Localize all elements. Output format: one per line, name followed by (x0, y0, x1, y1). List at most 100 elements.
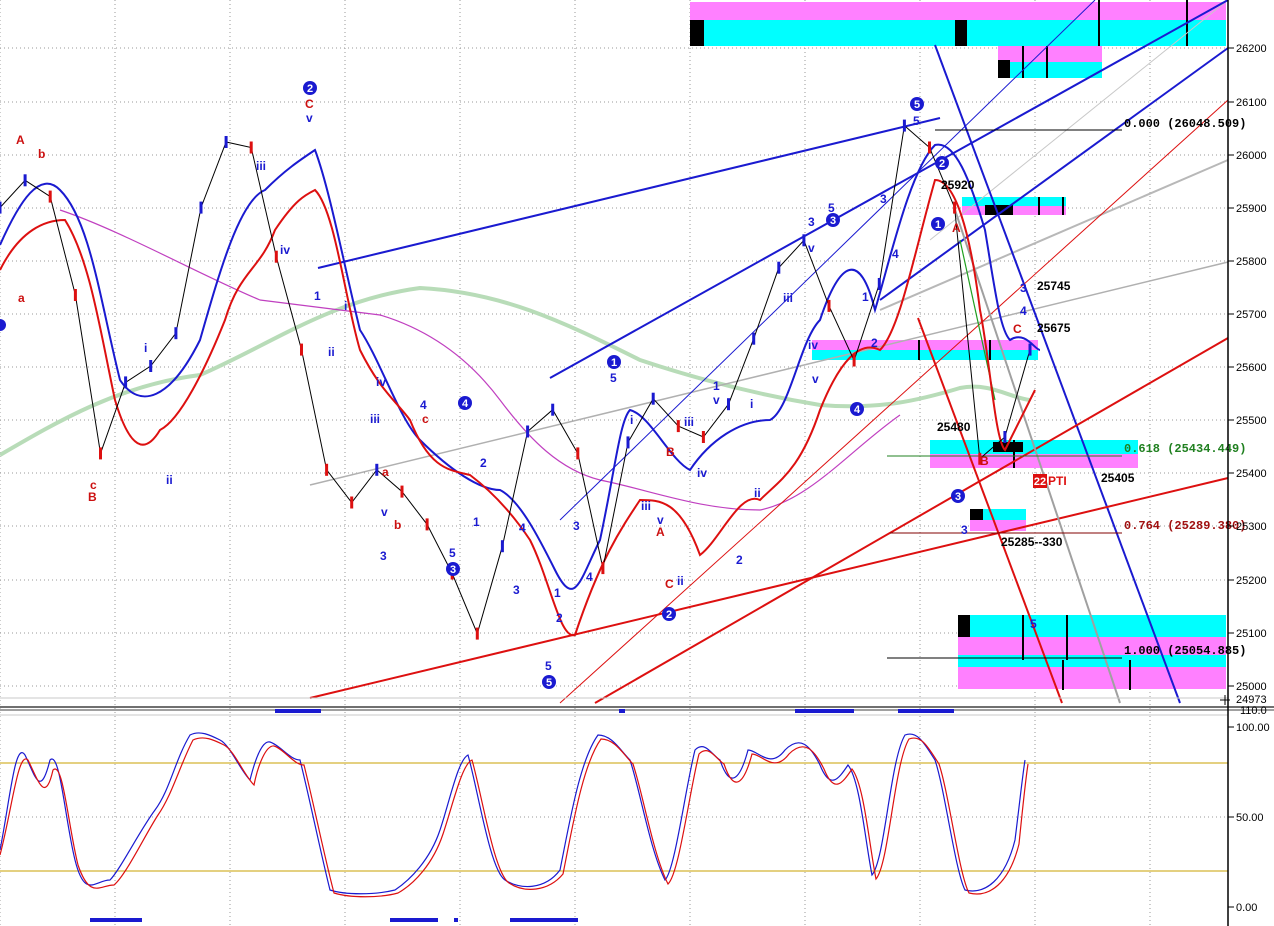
svg-text:iii: iii (370, 412, 380, 426)
svg-text:4: 4 (519, 521, 526, 535)
price-candle (475, 627, 479, 640)
wave-circle-4a: 4 (458, 396, 472, 410)
wave-circle-1c: 1 (931, 217, 945, 231)
svg-text:2: 2 (666, 609, 672, 621)
tick-25400: 25400 (1236, 468, 1267, 480)
tick-25600: 25600 (1236, 362, 1267, 374)
svg-text:B: B (666, 445, 675, 459)
price-candle (400, 485, 404, 498)
tick-25300: 25300 (1236, 521, 1267, 533)
svg-text:5: 5 (546, 677, 552, 689)
price-candle (0, 201, 2, 214)
svg-text:v: v (808, 241, 815, 255)
price-candle (48, 190, 52, 203)
price-candle (676, 420, 680, 433)
price-candle (802, 234, 806, 247)
svg-text:5: 5 (545, 659, 552, 673)
price-chart[interactable]: 0.000 (26048.509) 0.618 (25434.449) 0.76… (0, 0, 1274, 926)
svg-text:1: 1 (935, 219, 941, 231)
svg-text:ii: ii (328, 345, 335, 359)
tick-osc-100: 100.00 (1236, 722, 1270, 734)
time-markers (90, 709, 954, 922)
price-candle (601, 562, 605, 575)
price-candle (852, 354, 856, 367)
wave-circle-5b: 5 (542, 675, 556, 689)
svg-text:ii: ii (677, 574, 684, 588)
price-candle (576, 447, 580, 460)
price-candle (626, 436, 630, 449)
price-candle (727, 398, 730, 411)
wave-circle-1b: 1 (607, 355, 621, 369)
price-candle (1003, 431, 1007, 443)
price-candle (99, 447, 102, 460)
svg-text:5: 5 (914, 99, 920, 111)
svg-text:c: c (422, 412, 429, 426)
svg-text:1: 1 (611, 357, 617, 369)
svg-text:1: 1 (314, 289, 321, 303)
pti-label: PTI (1048, 474, 1067, 488)
tick-25900: 25900 (1236, 203, 1267, 215)
price-candle (526, 425, 530, 438)
price-candle (752, 332, 756, 345)
svg-text:a: a (18, 291, 25, 305)
svg-text:5: 5 (1030, 617, 1037, 631)
wave-circle-2a: 2 (303, 81, 317, 95)
price-candle (902, 119, 906, 132)
svg-text:5: 5 (610, 371, 617, 385)
svg-text:3: 3 (880, 192, 887, 206)
price-candle (953, 201, 957, 214)
tick-26200: 26200 (1236, 43, 1267, 55)
panel-separator (0, 697, 1274, 716)
svg-text:3: 3 (573, 519, 580, 533)
price-candle (149, 360, 153, 372)
price-candle (174, 327, 178, 340)
price-candle (274, 250, 278, 263)
svg-text:2: 2 (871, 336, 878, 350)
wave-circle-3a: 3 (446, 562, 460, 576)
wave-circle-3b: 3 (826, 213, 840, 227)
tick-25200: 25200 (1236, 575, 1267, 587)
svg-text:3: 3 (961, 523, 968, 537)
svg-text:v: v (306, 111, 313, 125)
svg-text:a: a (382, 465, 389, 479)
svg-text:i: i (630, 413, 633, 427)
svg-text:ii: ii (166, 473, 173, 487)
svg-text:A: A (656, 525, 665, 539)
svg-text:C: C (665, 577, 674, 591)
price-candle (877, 278, 881, 290)
svg-text:1: 1 (473, 515, 480, 529)
price-candle (350, 496, 354, 509)
price-candle (701, 431, 705, 443)
label-25405: 25405 (1101, 471, 1135, 485)
svg-text:B: B (980, 454, 989, 468)
svg-text:4: 4 (1020, 304, 1027, 318)
svg-text:i: i (750, 397, 753, 411)
label-25920: 25920 (941, 178, 975, 192)
svg-text:1: 1 (554, 586, 561, 600)
svg-text:2: 2 (556, 611, 563, 625)
price-candle (73, 289, 77, 301)
svg-text:iii: iii (783, 291, 793, 305)
green-ma (0, 285, 1031, 457)
svg-text:iv: iv (697, 466, 707, 480)
circled-waves: 2 4 3 5 1 2 3 4 5 2 1 3 (303, 81, 965, 689)
svg-text:5: 5 (913, 114, 920, 128)
red-band (0, 178, 1036, 637)
pti-number: 22 (1034, 476, 1046, 488)
svg-text:4: 4 (420, 398, 427, 412)
label-25285-330: 25285--330 (1001, 535, 1063, 549)
cut-tick: 110.0 (1240, 705, 1267, 717)
svg-text:iv: iv (376, 375, 386, 389)
svg-text:i: i (144, 341, 147, 355)
svg-text:A: A (16, 133, 25, 147)
svg-text:A: A (952, 221, 961, 235)
svg-text:iv: iv (280, 243, 290, 257)
price-candle (551, 403, 555, 416)
price-candle (375, 463, 379, 476)
svg-text:iv: iv (808, 338, 818, 352)
svg-text:B: B (88, 490, 97, 504)
svg-text:i: i (344, 299, 347, 313)
wave-circle-3c: 3 (951, 489, 965, 503)
oscillator-panel (0, 732, 1228, 898)
tick-25800: 25800 (1236, 256, 1267, 268)
